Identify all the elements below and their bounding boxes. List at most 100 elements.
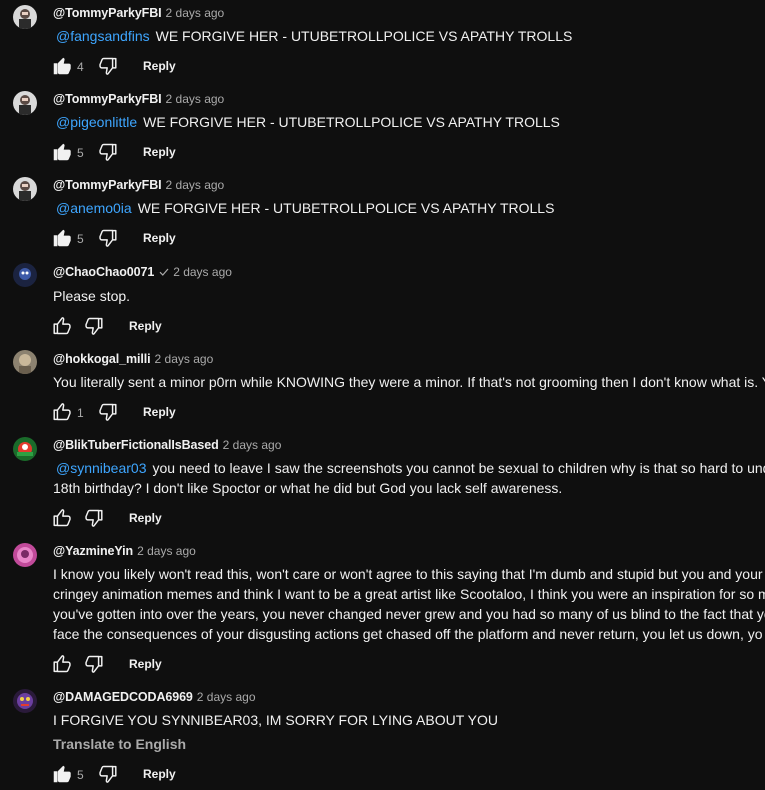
dislike-button[interactable] xyxy=(83,507,105,529)
thumb-down-icon xyxy=(83,653,105,675)
comment-header: @TommyParkyFBI 2 days ago xyxy=(53,4,224,22)
comment-text: I know you likely won't read this, won't… xyxy=(53,564,765,584)
thumb-down-icon xyxy=(97,141,119,163)
mention-link[interactable]: @fangsandfins xyxy=(56,28,150,44)
comment-text: face the consequences of your disgusting… xyxy=(53,624,765,644)
mention-link[interactable]: @anemo0ia xyxy=(56,200,132,216)
comment-body: You literally sent a minor p0rn while KN… xyxy=(53,374,765,390)
dislike-button[interactable] xyxy=(97,227,119,249)
comment-timestamp[interactable]: 2 days ago xyxy=(166,92,225,106)
comment-actions: 5 Reply xyxy=(51,227,351,251)
like-button[interactable] xyxy=(51,141,73,163)
author-name[interactable]: @ChaoChao0071 xyxy=(53,265,154,279)
mention-link[interactable]: @synnibear03 xyxy=(56,460,147,476)
comment-timestamp[interactable]: 2 days ago xyxy=(137,544,196,558)
author-name[interactable]: @BlikTuberFictionalIsBased xyxy=(53,438,219,452)
thumb-up-icon xyxy=(51,227,73,249)
comment-text: 18th birthday? I don't like Spoctor or w… xyxy=(53,478,765,498)
dislike-button[interactable] xyxy=(83,653,105,675)
reply-button[interactable]: Reply xyxy=(143,403,176,421)
comment-actions: Reply xyxy=(51,315,351,339)
author-name[interactable]: @hokkogal_milli xyxy=(53,352,151,366)
comment-actions: 5 Reply xyxy=(51,141,351,165)
translate-link[interactable]: Translate to English xyxy=(53,734,186,754)
comment-header: @ChaoChao0071 2 days ago xyxy=(53,263,232,281)
comment-timestamp[interactable]: 2 days ago xyxy=(197,690,256,704)
comment-header: @DAMAGEDCODA6969 2 days ago xyxy=(53,688,256,706)
comment-actions: 5 Reply xyxy=(51,763,351,787)
comment-header: @BlikTuberFictionalIsBased 2 days ago xyxy=(53,436,281,454)
comment-body: WE FORGIVE HER - UTUBETROLLPOLICE VS APA… xyxy=(155,28,573,44)
thumb-up-icon xyxy=(51,401,73,423)
thumb-down-icon xyxy=(97,227,119,249)
comment-body: cringey animation memes and think I want… xyxy=(53,586,765,602)
like-button[interactable] xyxy=(51,763,73,785)
comment-body: I FORGIVE YOU SYNNIBEAR03, IM SORRY FOR … xyxy=(53,712,499,728)
like-button[interactable] xyxy=(51,507,73,529)
comment-body: 18th birthday? I don't like Spoctor or w… xyxy=(53,480,563,496)
like-button[interactable] xyxy=(51,227,73,249)
author-name[interactable]: @YazmineYin xyxy=(53,544,133,558)
avatar[interactable] xyxy=(13,91,37,115)
comment-timestamp[interactable]: 2 days ago xyxy=(223,438,282,452)
comment-timestamp[interactable]: 2 days ago xyxy=(166,6,225,20)
like-button[interactable] xyxy=(51,653,73,675)
like-count: 1 xyxy=(77,406,84,420)
comment-text: @fangsandfins WE FORGIVE HER - UTUBETROLL… xyxy=(53,26,765,46)
avatar[interactable] xyxy=(13,543,37,567)
like-count: 5 xyxy=(77,768,84,782)
comment-body: you've gotten into over the years, you n… xyxy=(53,606,765,622)
dislike-button[interactable] xyxy=(97,763,119,785)
avatar[interactable] xyxy=(13,177,37,201)
thumb-down-icon xyxy=(83,315,105,337)
comment-text: @synnibear03 you need to leave I saw the … xyxy=(53,458,765,478)
thumb-down-icon xyxy=(97,763,119,785)
like-button[interactable] xyxy=(51,315,73,337)
author-name[interactable]: @TommyParkyFBI xyxy=(53,6,162,20)
check-icon xyxy=(159,267,169,277)
author-name[interactable]: @DAMAGEDCODA6969 xyxy=(53,690,193,704)
dislike-button[interactable] xyxy=(97,141,119,163)
dislike-button[interactable] xyxy=(83,315,105,337)
reply-button[interactable]: Reply xyxy=(129,509,162,527)
avatar[interactable] xyxy=(13,5,37,29)
mention-link[interactable]: @pigeonlittle xyxy=(56,114,137,130)
reply-button[interactable]: Reply xyxy=(143,57,176,75)
thumb-up-icon xyxy=(51,763,73,785)
comment-body: WE FORGIVE HER - UTUBETROLLPOLICE VS APA… xyxy=(143,114,560,130)
comment-timestamp[interactable]: 2 days ago xyxy=(166,178,225,192)
dislike-button[interactable] xyxy=(97,401,119,423)
comment-timestamp[interactable]: 2 days ago xyxy=(173,265,232,279)
comment-body: I know you likely won't read this, won't… xyxy=(53,566,765,582)
thumb-up-icon xyxy=(51,653,73,675)
reply-button[interactable]: Reply xyxy=(143,143,176,161)
comment-actions: Reply xyxy=(51,507,351,531)
thumb-down-icon xyxy=(97,401,119,423)
reply-button[interactable]: Reply xyxy=(143,229,176,247)
avatar[interactable] xyxy=(13,437,37,461)
avatar[interactable] xyxy=(13,263,37,287)
thumb-up-icon xyxy=(51,55,73,77)
like-count: 5 xyxy=(77,232,84,246)
comment-actions: 4 Reply xyxy=(51,55,351,79)
comment-actions: Reply xyxy=(51,653,351,677)
comment-text: I FORGIVE YOU SYNNIBEAR03, IM SORRY FOR … xyxy=(53,710,765,730)
like-button[interactable] xyxy=(51,401,73,423)
reply-button[interactable]: Reply xyxy=(129,655,162,673)
comment-text: Please stop. xyxy=(53,286,765,306)
reply-button[interactable]: Reply xyxy=(143,765,176,783)
author-name[interactable]: @TommyParkyFBI xyxy=(53,178,162,192)
dislike-button[interactable] xyxy=(97,55,119,77)
like-button[interactable] xyxy=(51,55,73,77)
comment-header: @TommyParkyFBI 2 days ago xyxy=(53,90,224,108)
comment-timestamp[interactable]: 2 days ago xyxy=(155,352,214,366)
comment-body: you need to leave I saw the screenshots … xyxy=(152,460,765,476)
comment-text: @anemo0ia WE FORGIVE HER - UTUBETROLLPOLI… xyxy=(53,198,765,218)
author-name[interactable]: @TommyParkyFBI xyxy=(53,92,162,106)
comment-text: cringey animation memes and think I want… xyxy=(53,584,765,604)
avatar[interactable] xyxy=(13,350,37,374)
comment-actions: 1 Reply xyxy=(51,401,351,425)
reply-button[interactable]: Reply xyxy=(129,317,162,335)
avatar[interactable] xyxy=(13,689,37,713)
comment-text: you've gotten into over the years, you n… xyxy=(53,604,765,624)
